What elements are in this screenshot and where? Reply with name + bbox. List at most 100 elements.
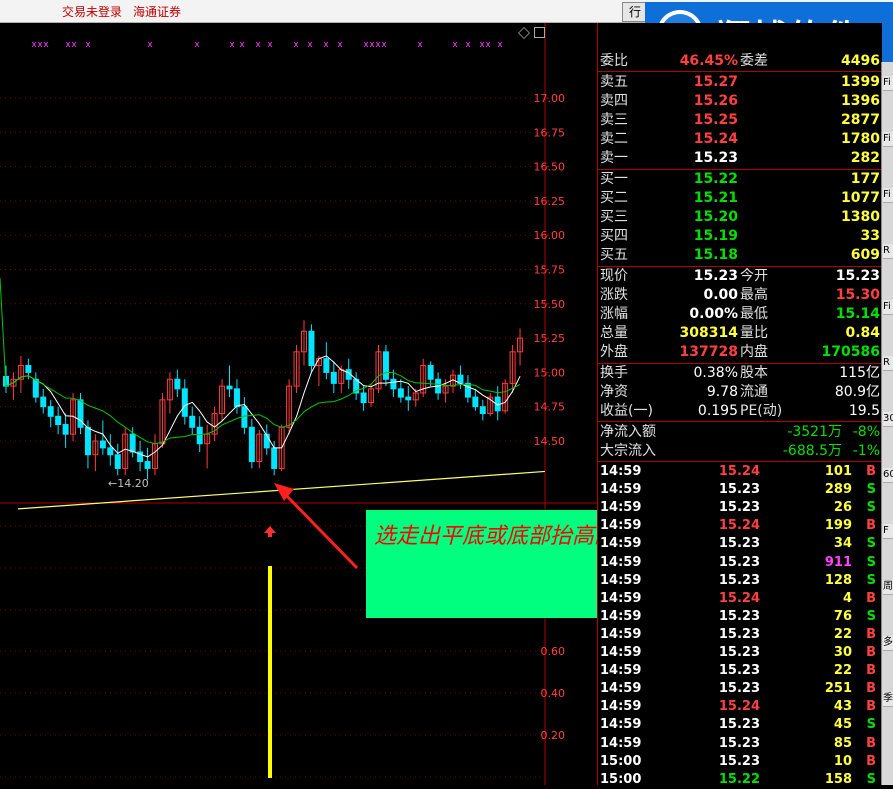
candle-body — [248, 426, 255, 463]
tick-volume: 128 — [824, 572, 852, 588]
signal-mark: x — [337, 40, 343, 50]
tick-row: 14:59 15.23 128 S — [598, 572, 882, 590]
side-toolbar-item[interactable]: 周 — [883, 580, 893, 595]
sell-row: 卖五 15.27 1399 — [598, 73, 882, 92]
low-price-label: ←14.20 — [108, 477, 149, 490]
price-tick-label: 15.75 — [534, 264, 566, 277]
buy-level-label: 买一 — [600, 171, 628, 187]
signal-mark: x — [485, 40, 491, 50]
stats-row: 现价 15.23 今开 15.23 — [598, 267, 882, 286]
buy-volume: 609 — [850, 247, 880, 263]
side-toolbar-item[interactable]: R — [883, 356, 893, 371]
sell-price: 15.24 — [693, 131, 738, 147]
kline-chart-panel[interactable]: 17.00 16.75 16.50 16.25 16.00 15.75 15.50 15.25… — [0, 23, 597, 785]
price-tick-label: 16.50 — [534, 161, 566, 174]
tick-side: B — [866, 464, 876, 479]
trade-login-link[interactable]: 交易未登录 — [62, 3, 122, 20]
tick-time: 14:59 — [600, 464, 642, 479]
side-toolbar-item[interactable]: Fi — [883, 132, 893, 147]
window-toggle-icon[interactable] — [534, 27, 545, 38]
stat-value: 15.30 — [835, 287, 880, 303]
side-toolbar-item[interactable]: 30 — [883, 412, 893, 427]
candle-body — [226, 385, 233, 390]
tick-volume: 22 — [833, 663, 852, 679]
tick-volume: 30 — [833, 645, 852, 660]
tick-time: 15:00 — [600, 753, 642, 769]
candle-body — [174, 378, 181, 390]
fundamental-label: 收益(一) — [600, 403, 653, 419]
tick-volume: 4 — [842, 590, 852, 606]
buy-price: 15.19 — [693, 228, 738, 244]
fundamental-label: 流通 — [740, 384, 768, 400]
candle-body — [114, 454, 121, 469]
flow-pct: -1% — [852, 443, 880, 459]
candle-body — [397, 388, 404, 398]
tick-time: 14:59 — [600, 735, 642, 751]
stat-label: 现价 — [600, 268, 628, 284]
tick-price: 15.24 — [718, 464, 760, 479]
side-toolbar: Fi Fi Fi R Fi R 30 60 F 周多季 — [881, 62, 893, 785]
side-toolbar-item[interactable]: F — [883, 524, 893, 539]
sell-row: 卖三 15.25 2877 — [598, 111, 882, 130]
tick-volume: 26 — [833, 500, 852, 516]
stat-label: 最高 — [740, 287, 768, 303]
quote-divider — [598, 461, 882, 462]
price-tick-label: 17.00 — [534, 92, 566, 105]
tick-price: 15.22 — [718, 771, 760, 787]
buy-volume: 1380 — [841, 209, 880, 225]
tick-time: 14:59 — [600, 645, 642, 660]
weicha-value: 4496 — [841, 53, 880, 69]
buy-price: 15.18 — [693, 247, 738, 263]
side-toolbar-item[interactable]: Fi — [883, 188, 893, 203]
candle-body — [330, 371, 337, 384]
broker-link[interactable]: 海通证券 — [133, 3, 181, 20]
tick-time: 14:59 — [600, 554, 642, 570]
candle-body — [390, 378, 397, 390]
tick-side: S — [866, 536, 876, 552]
buy-row: 买五 15.18 609 — [598, 246, 882, 265]
stats-row: 外盘 137728 内盘 170586 — [598, 343, 882, 362]
kline-chart-svg[interactable]: 17.00 16.75 16.50 16.25 16.00 15.75 15.50 15.25… — [0, 23, 597, 785]
signal-volume-bar — [268, 566, 272, 778]
side-toolbar-item[interactable]: R — [883, 244, 893, 259]
side-toolbar-item[interactable]: Fi — [883, 300, 893, 315]
candle-body — [107, 447, 114, 456]
buy-volume: 177 — [850, 171, 880, 187]
signal-mark: x — [381, 40, 387, 50]
tick-volume: 158 — [824, 771, 852, 787]
signal-mark: x — [147, 40, 153, 50]
buy-row: 买二 15.21 1077 — [598, 189, 882, 208]
quote-divider — [598, 71, 882, 72]
stat-label: 涨跌 — [600, 287, 628, 303]
sell-volume: 282 — [850, 150, 880, 166]
stat-value: 170586 — [821, 344, 880, 360]
tick-price: 15.23 — [718, 500, 760, 516]
sell-level-label: 卖二 — [600, 131, 628, 147]
buy-row: 买四 15.19 33 — [598, 227, 882, 246]
side-toolbar-item[interactable]: 多 — [883, 636, 893, 651]
fundamental-label: 股本 — [740, 365, 768, 381]
tick-price: 15.23 — [718, 572, 760, 588]
stat-label: 量比 — [740, 325, 768, 341]
tick-time: 14:59 — [600, 500, 642, 516]
tick-side: B — [866, 626, 876, 642]
price-tick-label: 15.50 — [534, 298, 566, 311]
tick-row: 14:59 15.23 289 S — [598, 481, 882, 499]
side-toolbar-item[interactable]: 季 — [883, 692, 893, 707]
side-toolbar-item[interactable]: Fi — [883, 76, 893, 91]
price-tick-label: 14.50 — [534, 435, 566, 448]
stat-value: 308314 — [679, 325, 738, 341]
tick-price: 15.23 — [718, 608, 760, 624]
candle-body — [233, 388, 240, 408]
candle-body — [77, 399, 84, 428]
candle-body — [144, 461, 151, 469]
stat-label: 内盘 — [740, 344, 768, 360]
tick-volume: 85 — [833, 735, 852, 751]
buy-level-label: 买二 — [600, 190, 628, 206]
flow-value: -3521万 — [787, 424, 842, 440]
side-toolbar-item[interactable]: 60 — [883, 468, 893, 483]
buy-price: 15.20 — [693, 209, 738, 225]
tick-side: S — [866, 717, 876, 733]
tick-volume: 34 — [833, 536, 852, 552]
tick-price: 15.24 — [718, 518, 760, 534]
